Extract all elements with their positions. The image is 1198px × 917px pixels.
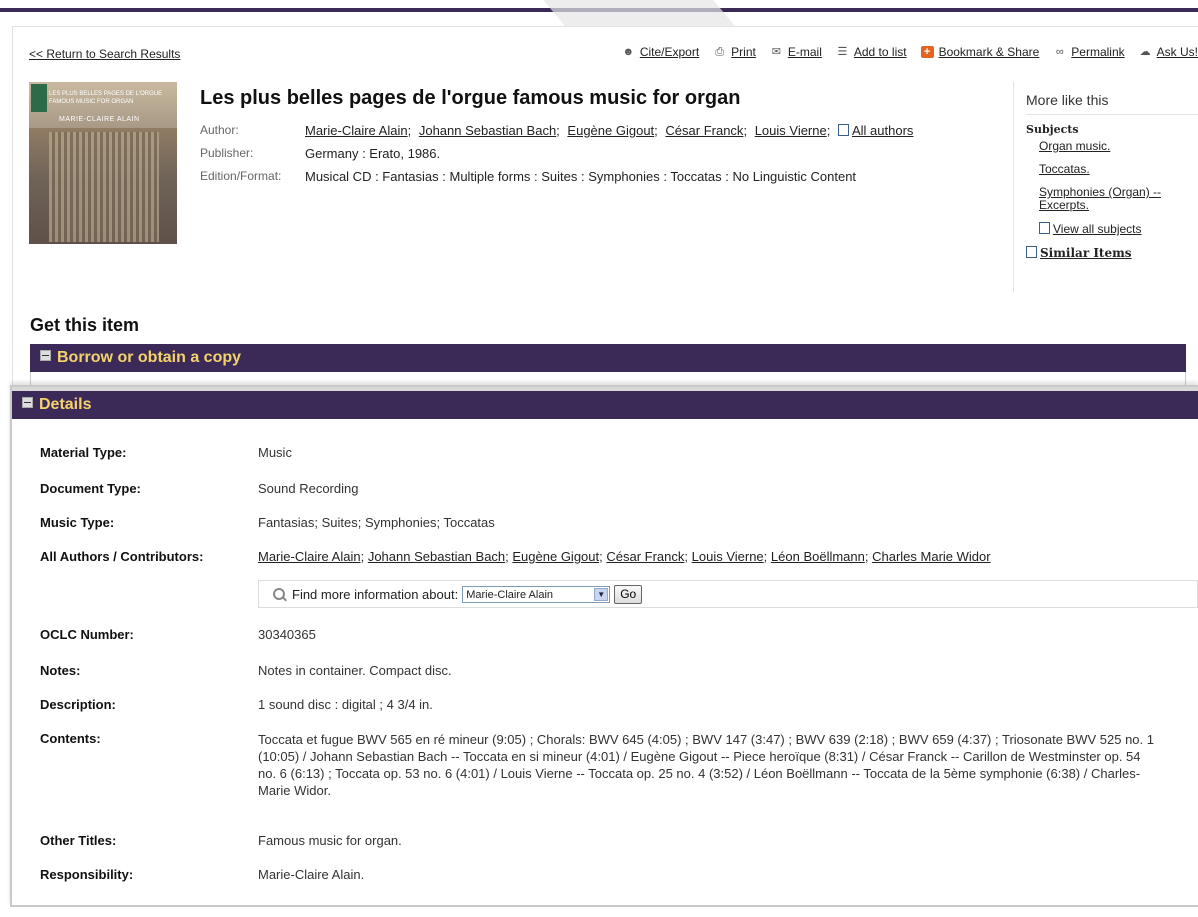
find-more-label: Find more information about: [292, 586, 459, 602]
bookmark-tool[interactable]: + Bookmark & Share [920, 45, 1040, 59]
document-icon [1039, 222, 1050, 234]
detail-label: Notes: [40, 663, 81, 678]
print-link[interactable]: Print [731, 45, 756, 59]
author-links: Marie-Claire Alain; Johann Sebastian Bac… [305, 123, 914, 138]
cover-artist: MARIE-CLAIRE ALAIN [59, 116, 140, 123]
go-button[interactable]: Go [614, 584, 643, 604]
ask-us-link[interactable]: Ask Us! [1157, 45, 1198, 59]
get-this-item-heading: Get this item [30, 315, 140, 335]
find-more-info-box: Find more information about: Marie-Clair… [258, 580, 1198, 608]
more-like-this-heading: More like this [1026, 92, 1198, 115]
contributor-link[interactable]: César Franck [606, 549, 684, 564]
author-select[interactable]: Marie-Claire Alain ▼ [462, 585, 611, 603]
detail-label: Document Type: [40, 481, 141, 496]
details-heading: Details [39, 396, 92, 413]
similar-items-link[interactable]: Similar Items [1040, 246, 1132, 260]
view-all-subjects-link[interactable]: View all subjects [1053, 222, 1142, 236]
all-authors-link[interactable]: All authors [852, 123, 913, 138]
detail-value: 1 sound disc : digital ; 4 3/4 in. [258, 697, 433, 712]
detail-label: Responsibility: [40, 867, 134, 882]
cite-export-link[interactable]: Cite/Export [640, 45, 699, 59]
detail-label: Music Type: [40, 515, 115, 530]
record-toolbar: ☻ Cite/Export ⎙ Print ✉ E-mail ☰ Add to list… [622, 45, 1198, 59]
collapse-icon[interactable] [40, 350, 51, 361]
borrow-heading: Borrow or obtain a copy [57, 349, 242, 366]
author-link[interactable]: Louis Vierne [755, 123, 827, 138]
print-tool[interactable]: ⎙ Print [713, 45, 756, 59]
author-link[interactable]: Johann Sebastian Bach [419, 123, 556, 138]
subject-link[interactable]: Symphonies (Organ) -- Excerpts. [1039, 186, 1198, 212]
bookmark-share-link[interactable]: Bookmark & Share [939, 45, 1040, 59]
magnifier-icon [273, 588, 285, 600]
record-panel: << Return to Search Results ☻ Cite/Export… [12, 26, 1198, 386]
detail-label: OCLC Number: [40, 627, 134, 642]
author-link[interactable]: Eugène Gigout [567, 123, 654, 138]
borrow-section-header[interactable]: Borrow or obtain a copy [30, 344, 1186, 372]
detail-label: All Authors / Contributors: [40, 549, 204, 564]
publisher-label: Publisher: [200, 146, 254, 160]
envelope-icon: ✉ [771, 46, 781, 58]
record-metadata: Author: Marie-Claire Alain; Johann Sebas… [200, 123, 913, 192]
edition-value: Musical CD : Fantasias : Multiple forms … [305, 169, 857, 184]
chat-bubble-icon: ☁ [1139, 46, 1151, 58]
detail-value: Famous music for organ. [258, 833, 402, 848]
detail-value: Notes in container. Compact disc. [258, 663, 452, 678]
view-all-subjects: View all subjects [1039, 222, 1198, 236]
document-icon [837, 124, 849, 136]
cover-organ-pipes [49, 132, 159, 242]
contributor-link[interactable]: Johann Sebastian Bach [368, 549, 505, 564]
author-link[interactable]: Marie-Claire Alain [305, 123, 408, 138]
detail-label: Contents: [40, 731, 101, 746]
detail-label: Material Type: [40, 445, 127, 460]
details-header[interactable]: Details [12, 387, 1198, 419]
contributor-link[interactable]: Léon Boëllmann [771, 549, 865, 564]
subject-link[interactable]: Organ music. [1039, 140, 1198, 153]
permalink-link[interactable]: Permalink [1071, 45, 1124, 59]
document-icon [1026, 246, 1037, 258]
cite-export-tool[interactable]: ☻ Cite/Export [622, 45, 700, 59]
publisher-value: Germany : Erato, 1986. [305, 146, 441, 161]
subjects-label: Subjects [1026, 123, 1079, 136]
borrow-section-body [30, 372, 1186, 386]
author-link[interactable]: César Franck [665, 123, 743, 138]
add-to-list-tool[interactable]: ☰ Add to list [836, 45, 907, 59]
detail-value: Fantasias; Suites; Symphonies; Toccatas [258, 515, 495, 530]
add-to-list-link[interactable]: Add to list [854, 45, 907, 59]
similar-items: Similar Items [1026, 246, 1198, 260]
email-tool[interactable]: ✉ E-mail [770, 45, 822, 59]
cover-logo [31, 84, 47, 112]
detail-value: Marie-Claire Alain. [258, 867, 365, 882]
detail-value: Toccata et fugue BWV 565 en ré mineur (9… [258, 732, 1154, 798]
more-like-this-panel: More like this Subjects Organ music. Toc… [1013, 82, 1198, 292]
detail-value: Sound Recording [258, 481, 359, 496]
detail-label: Description: [40, 697, 116, 712]
detail-value: Music [258, 445, 292, 460]
album-cover-image: LES PLUS BELLES PAGES DE L'ORGUE FAMOUS … [29, 82, 177, 244]
collapse-icon[interactable] [22, 397, 33, 408]
printer-icon: ⎙ [715, 46, 725, 58]
detail-value: 30340365 [258, 627, 316, 642]
plus-icon: + [920, 46, 934, 58]
detail-label: Other Titles: [40, 833, 117, 848]
ask-us-tool[interactable]: ☁ Ask Us! [1139, 45, 1198, 59]
contributor-links: Marie-Claire Alain; Johann Sebastian Bac… [258, 549, 991, 564]
cite-icon: ☻ [622, 46, 635, 58]
subject-link[interactable]: Toccatas. [1039, 163, 1198, 176]
author-label: Author: [200, 123, 239, 137]
email-link[interactable]: E-mail [788, 45, 822, 59]
contributor-link[interactable]: Louis Vierne [692, 549, 764, 564]
details-panel: Details Material Type: Music Document Ty… [10, 385, 1198, 907]
contributor-link[interactable]: Charles Marie Widor [872, 549, 990, 564]
record-title: Les plus belles pages de l'orgue famous … [200, 87, 741, 109]
list-icon: ☰ [837, 46, 848, 58]
contributor-link[interactable]: Marie-Claire Alain [258, 549, 361, 564]
edition-label: Edition/Format: [200, 169, 282, 183]
cover-title: LES PLUS BELLES PAGES DE L'ORGUE FAMOUS … [49, 91, 163, 105]
return-to-results-link[interactable]: << Return to Search Results [29, 47, 180, 61]
chain-link-icon: ∞ [1055, 46, 1064, 58]
permalink-tool[interactable]: ∞ Permalink [1053, 45, 1125, 59]
contributor-link[interactable]: Eugène Gigout [512, 549, 599, 564]
author-select-value: Marie-Claire Alain [466, 588, 554, 601]
chevron-down-icon[interactable]: ▼ [594, 587, 609, 601]
